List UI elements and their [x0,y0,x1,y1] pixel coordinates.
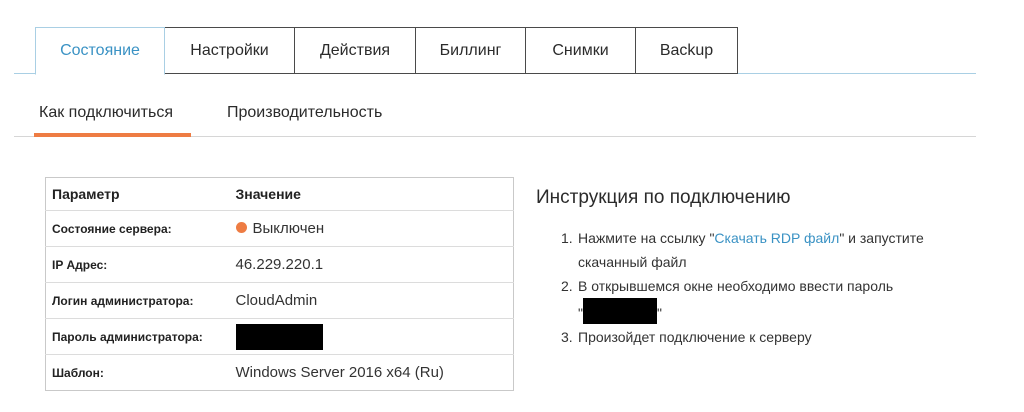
password-redaction [582,298,657,324]
password-redaction [235,323,323,350]
step2-text: В открывшемся окне необходимо ввести пар… [578,278,894,294]
tab-billing[interactable]: Биллинг [416,27,526,74]
tab-status[interactable]: Состояние [35,27,165,75]
instructions-list: 1. Нажмите на ссылку "Скачать RDP файл" … [561,226,961,349]
table-row: Шаблон: Windows Server 2016 x64 (Ru) [46,355,514,391]
server-params-table: Параметр Значение Состояние сервера: Вык… [45,177,514,391]
table-row: Состояние сервера: Выключен [45,210,514,247]
step-text: Нажмите на ссылку "Скачать RDP файл" и з… [561,226,961,274]
admin-login-value: CloudAdmin [229,282,514,319]
table-row: IP Адрес: 46.229.220.1 [45,246,514,283]
step-number: 2. [561,278,573,294]
subtab-how-to-connect[interactable]: Как подключиться [39,104,173,122]
table-row: Пароль администратора: [45,318,514,355]
column-header-param: Параметр [45,177,230,211]
ip-address-value: 46.229.220.1 [229,246,514,283]
admin-password-value [229,318,514,355]
status-dot-icon [235,222,247,233]
step-text: В открывшемся окне необходимо ввести пар… [561,274,961,325]
step1-text-before: Нажмите на ссылку " [578,230,715,246]
template-value: Windows Server 2016 x64 (Ru) [235,364,444,381]
step-number: 3. [561,329,573,345]
subtab-performance[interactable]: Производительность [227,104,382,122]
instruction-step: 3. Произойдет подключение к серверу [561,325,961,349]
tab-snapshots[interactable]: Снимки [526,27,636,74]
step-number: 1. [561,230,573,246]
table-header-row: Параметр Значение [45,177,514,211]
row-label: Пароль администратора: [45,318,230,355]
row-label: IP Адрес: [45,246,230,283]
download-rdp-link[interactable]: Скачать RDP файл [714,230,839,246]
tab-actions[interactable]: Действия [295,27,416,74]
row-label: Состояние сервера: [45,210,230,247]
column-header-value: Значение [229,177,514,211]
quote-close: " [656,305,662,321]
row-label: Логин администратора: [45,282,230,319]
tab-backup[interactable]: Backup [636,27,738,74]
table-row: Логин администратора: CloudAdmin [45,282,514,319]
active-subtab-indicator [34,133,191,137]
instruction-step: 1. Нажмите на ссылку "Скачать RDP файл" … [561,226,961,274]
row-label: Шаблон: [52,365,104,380]
server-status-text: Выключен [252,220,325,237]
instructions-title: Инструкция по подключению [536,187,791,208]
server-status-value: Выключен [229,210,514,247]
main-tabs: Состояние Настройки Действия Биллинг Сни… [35,27,738,75]
tab-settings[interactable]: Настройки [165,27,295,74]
step3-text: Произойдет подключение к серверу [578,329,812,345]
instruction-step: 2. В открывшемся окне необходимо ввести … [561,274,961,325]
